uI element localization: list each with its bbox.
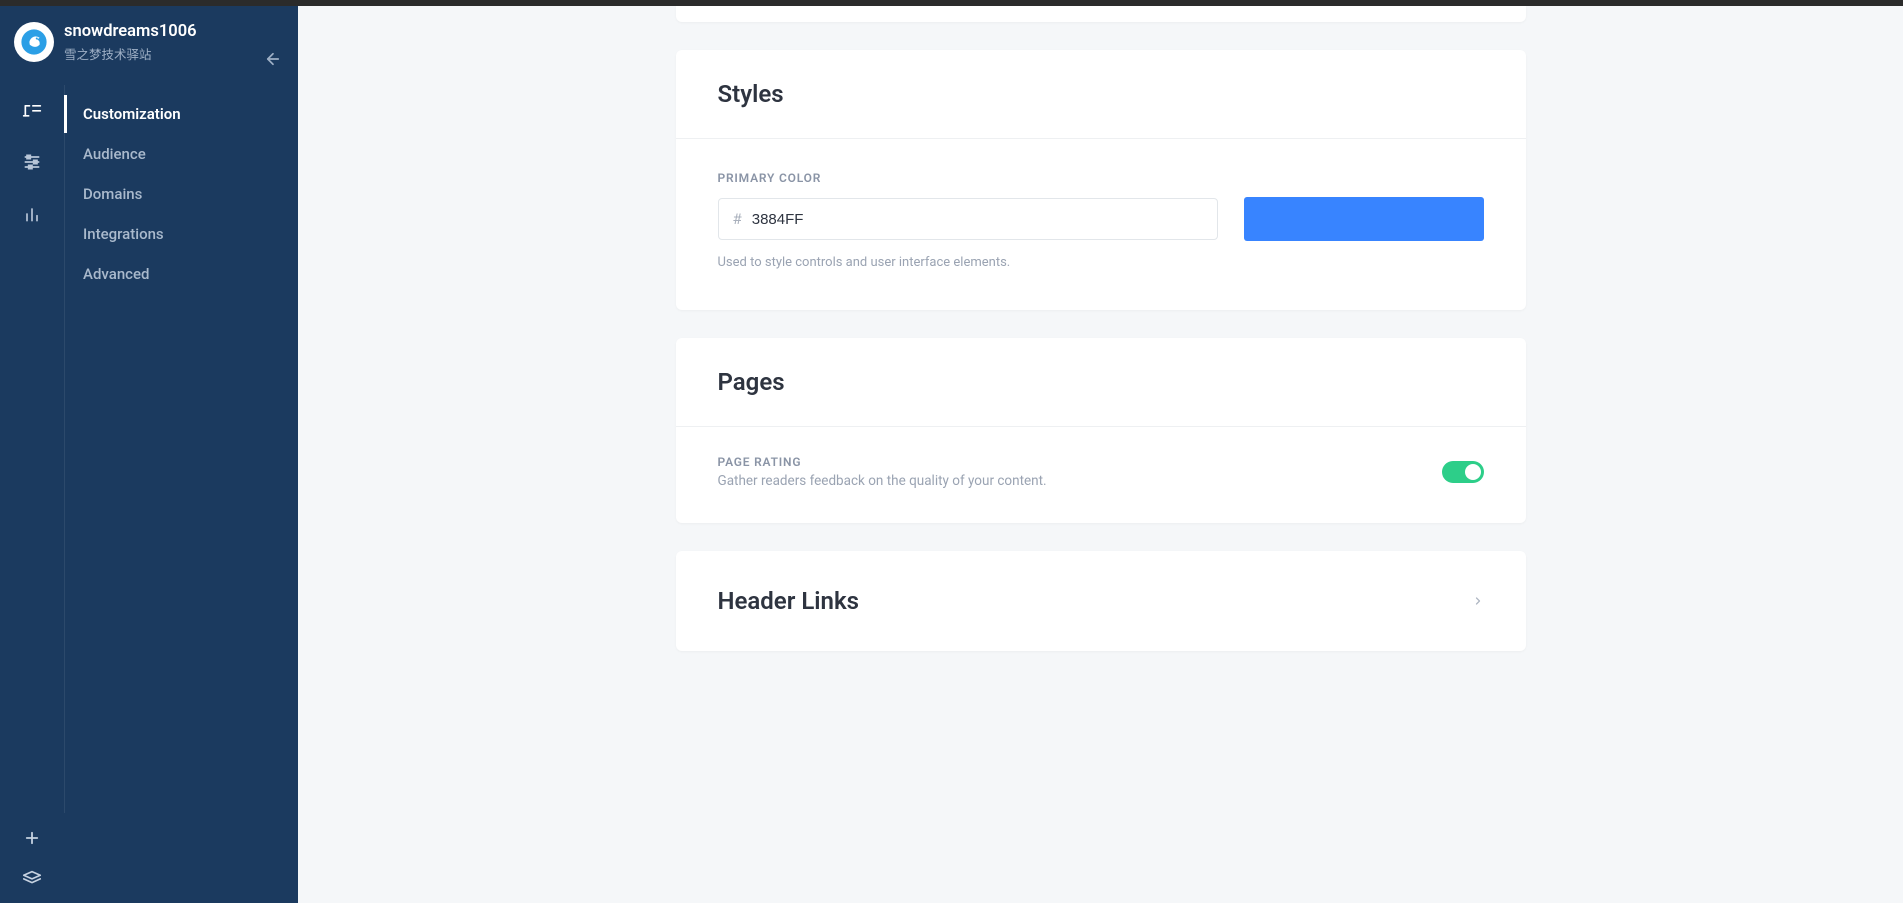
styles-card: Styles PRIMARY COLOR # Used to style con…	[676, 50, 1526, 310]
nav-item-label: Audience	[83, 145, 146, 163]
nav-item-integrations[interactable]: Integrations	[65, 215, 298, 253]
card-title: Styles	[718, 80, 1484, 108]
toggle-knob	[1465, 464, 1481, 480]
arrow-left-icon	[264, 50, 282, 68]
sliders-icon	[22, 152, 42, 172]
nav-item-customization[interactable]: Customization	[65, 95, 298, 133]
nav-item-label: Advanced	[83, 265, 149, 283]
rail-icon-analytics[interactable]	[21, 203, 43, 225]
icon-rail	[0, 85, 64, 813]
card-title: Pages	[718, 368, 1484, 396]
card-header: Styles	[676, 50, 1526, 139]
card-header: Pages	[676, 338, 1526, 427]
space-subtitle: 雪之梦技术驿站	[64, 44, 197, 63]
page-rating-desc: Gather readers feedback on the quality o…	[718, 473, 1047, 489]
main-inner: Styles PRIMARY COLOR # Used to style con…	[676, 6, 1526, 651]
app-layout: snowdreams1006 雪之梦技术驿站	[0, 6, 1903, 903]
page-rating-setting: PAGE RATING Gather readers feedback on t…	[718, 455, 1047, 489]
sidebar-footer	[0, 813, 298, 903]
color-row: #	[718, 197, 1484, 241]
rail-icon-settings[interactable]	[21, 151, 43, 173]
nav-list: Customization Audience Domains Integrati…	[64, 85, 298, 813]
primary-color-label: PRIMARY COLOR	[718, 171, 1484, 185]
back-arrow-button[interactable]	[262, 48, 284, 70]
rail-icon-content[interactable]	[21, 99, 43, 121]
nav-item-label: Customization	[83, 105, 181, 123]
primary-color-help: Used to style controls and user interfac…	[718, 255, 1484, 270]
color-input-wrap[interactable]: #	[718, 198, 1218, 240]
page-rating-toggle[interactable]	[1442, 461, 1484, 483]
library-button[interactable]	[21, 867, 43, 889]
card-stub	[676, 6, 1526, 22]
nav-item-domains[interactable]: Domains	[65, 175, 298, 213]
sidebar-body: Customization Audience Domains Integrati…	[0, 85, 298, 813]
add-button[interactable]	[21, 827, 43, 849]
hash-prefix: #	[733, 210, 742, 228]
sidebar: snowdreams1006 雪之梦技术驿站	[0, 6, 298, 903]
text-icon	[22, 100, 42, 120]
nav-item-label: Integrations	[83, 225, 164, 243]
space-avatar[interactable]	[14, 22, 54, 62]
card-title: Header Links	[718, 587, 859, 615]
nav-item-audience[interactable]: Audience	[65, 135, 298, 173]
space-name: snowdreams1006	[64, 22, 197, 42]
sidebar-header: snowdreams1006 雪之梦技术驿站	[0, 6, 298, 73]
page-rating-label: PAGE RATING	[718, 455, 1047, 469]
bar-chart-icon	[22, 204, 42, 224]
plus-icon	[23, 829, 41, 847]
header-links-card[interactable]: Header Links	[676, 551, 1526, 651]
color-swatch[interactable]	[1244, 197, 1484, 241]
primary-color-input[interactable]	[752, 211, 1203, 228]
nav-item-advanced[interactable]: Advanced	[65, 255, 298, 293]
space-info: snowdreams1006 雪之梦技术驿站	[64, 22, 197, 63]
book-stack-icon	[21, 867, 43, 889]
chevron-right-icon	[1472, 592, 1484, 611]
card-body: Header Links	[676, 551, 1526, 651]
card-body: PRIMARY COLOR # Used to style controls a…	[676, 139, 1526, 310]
nav-item-label: Domains	[83, 185, 142, 203]
card-body: PAGE RATING Gather readers feedback on t…	[676, 427, 1526, 523]
main-content: Styles PRIMARY COLOR # Used to style con…	[298, 6, 1903, 903]
bird-icon	[20, 28, 48, 56]
pages-card: Pages PAGE RATING Gather readers feedbac…	[676, 338, 1526, 523]
